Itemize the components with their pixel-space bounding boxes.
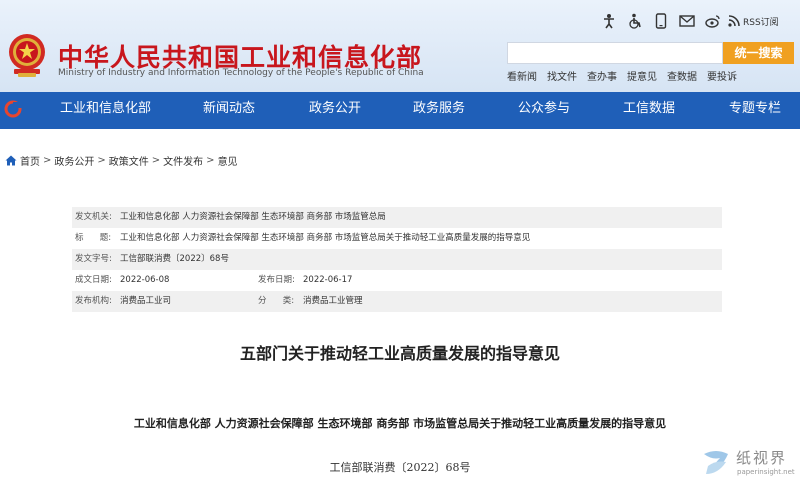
meta-row-dates: 成文日期: 2022-06-08 发布日期: 2022-06-17 xyxy=(72,270,722,291)
meta-row-docno: 发文字号: 工信部联消费〔2022〕68号 xyxy=(72,249,722,270)
watermark-logo-icon xyxy=(704,451,728,474)
breadcrumb-separator: > xyxy=(151,155,161,166)
rss-icon[interactable] xyxy=(726,10,742,32)
search-input[interactable] xyxy=(507,42,723,64)
meta-label: 成文日期: xyxy=(75,275,112,285)
meta-label: 发布机构: xyxy=(75,296,112,306)
meta-value-published-date: 2022-06-17 xyxy=(303,275,353,285)
quick-link-news[interactable]: 看新闻 xyxy=(507,68,537,83)
article-title: 五部门关于推动轻工业高质量发展的指导意见 xyxy=(239,344,560,363)
article-document-number: 工信部联消费〔2022〕68号 xyxy=(329,461,471,474)
document-meta-table: 发文机关: 工业和信息化部 人力资源社会保障部 生态环境部 商务部 市场监管总局… xyxy=(72,207,722,312)
article-issuers-heading: 工业和信息化部 人力资源社会保障部 生态环境部 商务部 市场监管总局关于推动轻工… xyxy=(133,417,667,430)
meta-label: 发文机关: xyxy=(75,212,112,222)
breadcrumb-file-release[interactable]: 文件发布 xyxy=(163,153,203,168)
quick-link-files[interactable]: 找文件 xyxy=(547,68,577,83)
breadcrumb-separator: > xyxy=(43,155,52,166)
meta-label: 标 题: xyxy=(75,233,112,243)
meta-label: 分 类: xyxy=(258,296,295,306)
nav-item-government-services[interactable]: 政务服务 xyxy=(413,92,465,129)
quick-link-complaint[interactable]: 要投诉 xyxy=(707,68,737,83)
quick-links: 看新闻 找文件 查办事 提意见 查数据 要投诉 xyxy=(507,68,737,83)
watermark-url: paperinsight.net xyxy=(737,468,795,476)
wheelchair-icon[interactable] xyxy=(622,10,648,32)
site-header: 中华人民共和国工业和信息化部 Ministry of Industry and … xyxy=(0,0,800,92)
nav-item-open-government[interactable]: 政务公开 xyxy=(309,92,361,129)
miit-logo-icon xyxy=(4,100,22,118)
watermark: 纸视界 paperinsight.net xyxy=(700,446,798,480)
meta-value-category: 消费品工业管理 xyxy=(303,296,363,306)
quick-link-data[interactable]: 查数据 xyxy=(667,68,697,83)
breadcrumb-policy-documents[interactable]: 政策文件 xyxy=(109,153,149,168)
breadcrumb-separator: > xyxy=(97,155,106,166)
meta-label: 发布日期: xyxy=(258,275,295,285)
unified-search-button[interactable]: 统一搜索 xyxy=(723,42,794,64)
meta-value-title: 工业和信息化部 人力资源社会保障部 生态环境部 商务部 市场监管总局关于推动轻工… xyxy=(120,233,531,243)
nav-item-special-topics[interactable]: 专题专栏 xyxy=(729,92,781,129)
meta-row-issuer: 发文机关: 工业和信息化部 人力资源社会保障部 生态环境部 商务部 市场监管总局 xyxy=(72,207,722,228)
meta-value-docno: 工信部联消费〔2022〕68号 xyxy=(120,254,229,264)
rss-label[interactable]: RSS订阅 xyxy=(743,15,779,28)
breadcrumb-home[interactable]: 首页 xyxy=(20,153,40,168)
nav-item-data[interactable]: 工信数据 xyxy=(623,92,675,129)
meta-value-written-date: 2022-06-08 xyxy=(120,275,170,285)
accessibility-person-icon[interactable] xyxy=(596,10,622,32)
meta-row-org: 发布机构: 消费品工业司 分 类: 消费品工业管理 xyxy=(72,291,722,312)
main-nav: 工业和信息化部 新闻动态 政务公开 政务服务 公众参与 工信数据 专题专栏 xyxy=(0,92,800,129)
top-utility-icons: RSS订阅 xyxy=(596,10,779,32)
breadcrumb: 首页 > 政务公开 > 政策文件 > 文件发布 > 意见 xyxy=(5,153,238,168)
meta-value-issuer: 工业和信息化部 人力资源社会保障部 生态环境部 商务部 市场监管总局 xyxy=(120,212,386,222)
mail-icon[interactable] xyxy=(674,10,700,32)
mobile-phone-icon[interactable] xyxy=(648,10,674,32)
home-icon[interactable] xyxy=(5,155,17,166)
site-subtitle: Ministry of Industry and Information Tec… xyxy=(58,68,424,78)
breadcrumb-opinions[interactable]: 意见 xyxy=(218,153,238,168)
watermark-text: 纸视界 xyxy=(736,449,788,467)
quick-link-feedback[interactable]: 提意见 xyxy=(627,68,657,83)
national-emblem-icon xyxy=(9,34,45,77)
meta-label: 发文字号: xyxy=(75,254,112,264)
nav-item-public-participation[interactable]: 公众参与 xyxy=(518,92,570,129)
meta-row-title: 标 题: 工业和信息化部 人力资源社会保障部 生态环境部 商务部 市场监管总局关… xyxy=(72,228,722,249)
quick-link-services[interactable]: 查办事 xyxy=(587,68,617,83)
meta-value-org: 消费品工业司 xyxy=(120,296,172,306)
breadcrumb-separator: > xyxy=(206,155,215,166)
weibo-icon[interactable] xyxy=(700,10,726,32)
nav-item-ministry[interactable]: 工业和信息化部 xyxy=(60,92,151,129)
breadcrumb-open-government[interactable]: 政务公开 xyxy=(54,153,94,168)
nav-item-news[interactable]: 新闻动态 xyxy=(203,92,255,129)
